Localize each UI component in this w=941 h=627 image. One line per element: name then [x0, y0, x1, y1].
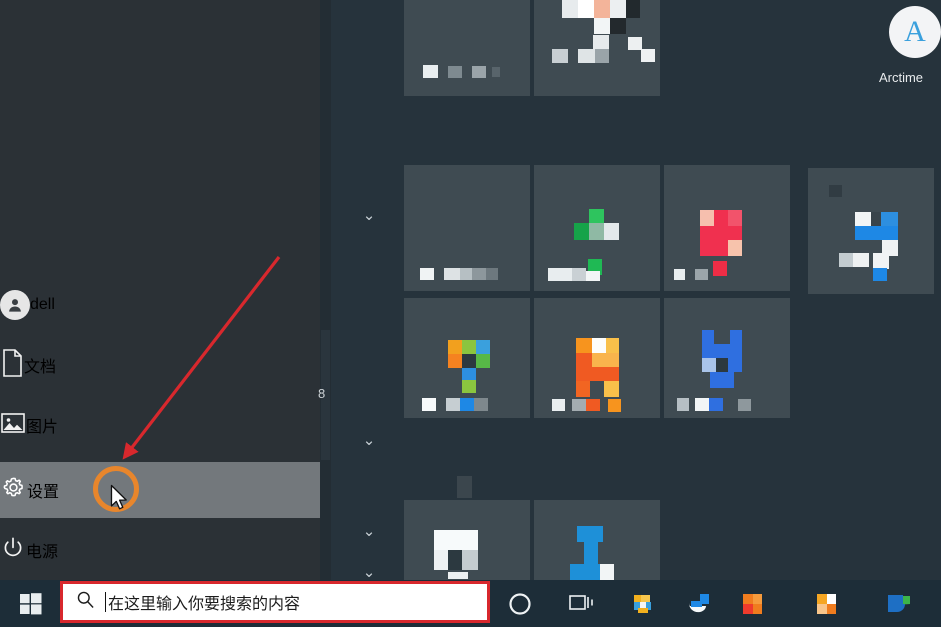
- arctime-label: Arctime: [878, 70, 924, 85]
- sidebar-item-settings[interactable]: 设置: [0, 462, 320, 518]
- user-avatar-icon: [0, 290, 30, 320]
- task-view-icon[interactable]: [566, 591, 596, 617]
- tile-row3-c[interactable]: [664, 298, 790, 418]
- group-collapse-chevron-1[interactable]: ⌄: [358, 205, 380, 227]
- start-menu-scrollbar[interactable]: [320, 0, 331, 580]
- taskbar-app-5[interactable]: [885, 591, 915, 617]
- group-collapse-chevron-2[interactable]: ⌄: [358, 430, 380, 452]
- scroll-position-indicator: 8: [318, 386, 326, 401]
- gear-icon: [0, 474, 27, 506]
- sidebar-item-user-label: dell: [30, 296, 55, 313]
- cortana-icon[interactable]: [507, 591, 533, 617]
- power-icon: [0, 535, 26, 566]
- tile-row2-d[interactable]: [808, 168, 934, 294]
- sidebar-item-power-label: 电源: [26, 544, 59, 561]
- start-menu-tiles-panel: ⌄ ⌄ ⌄ ⌄: [331, 0, 941, 626]
- taskbar-app-1[interactable]: [630, 591, 658, 617]
- sidebar-item-settings-label: 设置: [27, 484, 60, 501]
- sidebar-item-documents[interactable]: 文档: [0, 337, 320, 393]
- arctime-logo-icon: A: [889, 6, 941, 58]
- start-button[interactable]: [8, 580, 54, 627]
- tile-row2-c[interactable]: [664, 165, 790, 291]
- sidebar-item-pictures[interactable]: 图片: [0, 397, 320, 453]
- pinned-app-arctime[interactable]: A Arctime: [861, 0, 941, 100]
- picture-icon: [0, 411, 26, 440]
- taskbar-app-4[interactable]: [814, 591, 840, 617]
- desktop-screen: ⌄ ⌄ ⌄ ⌄ A Arctime dell 文档 图片 设置 电源 8 在这里…: [0, 0, 941, 627]
- sidebar-item-pictures-label: 图片: [26, 419, 59, 436]
- taskbar-app-3[interactable]: [740, 591, 766, 617]
- mouse-cursor: [110, 484, 127, 510]
- group-collapse-chevron-3[interactable]: ⌄: [358, 521, 380, 543]
- search-input-placeholder[interactable]: 在这里输入你要搜索的内容: [108, 590, 300, 614]
- taskbar-app-2[interactable]: [684, 591, 714, 617]
- tile-row3-a[interactable]: [404, 298, 530, 418]
- tile-row2-a[interactable]: [404, 165, 530, 291]
- search-icon: [76, 590, 95, 614]
- document-icon: [0, 348, 24, 382]
- sidebar-item-user[interactable]: dell: [0, 277, 320, 333]
- sidebar-item-power[interactable]: 电源: [0, 522, 320, 578]
- taskbar-search-box[interactable]: 在这里输入你要搜索的内容: [60, 581, 490, 623]
- tile-row3-b[interactable]: [534, 298, 660, 418]
- search-text-caret: [105, 592, 106, 612]
- tile-row2-b[interactable]: [534, 165, 660, 291]
- windows-logo-icon: [20, 592, 42, 614]
- tile-row1-a[interactable]: [404, 0, 530, 96]
- tile-row1-b[interactable]: [534, 0, 660, 96]
- sidebar-item-documents-label: 文档: [24, 359, 57, 376]
- start-menu-left-rail: dell 文档 图片 设置 电源: [0, 0, 320, 580]
